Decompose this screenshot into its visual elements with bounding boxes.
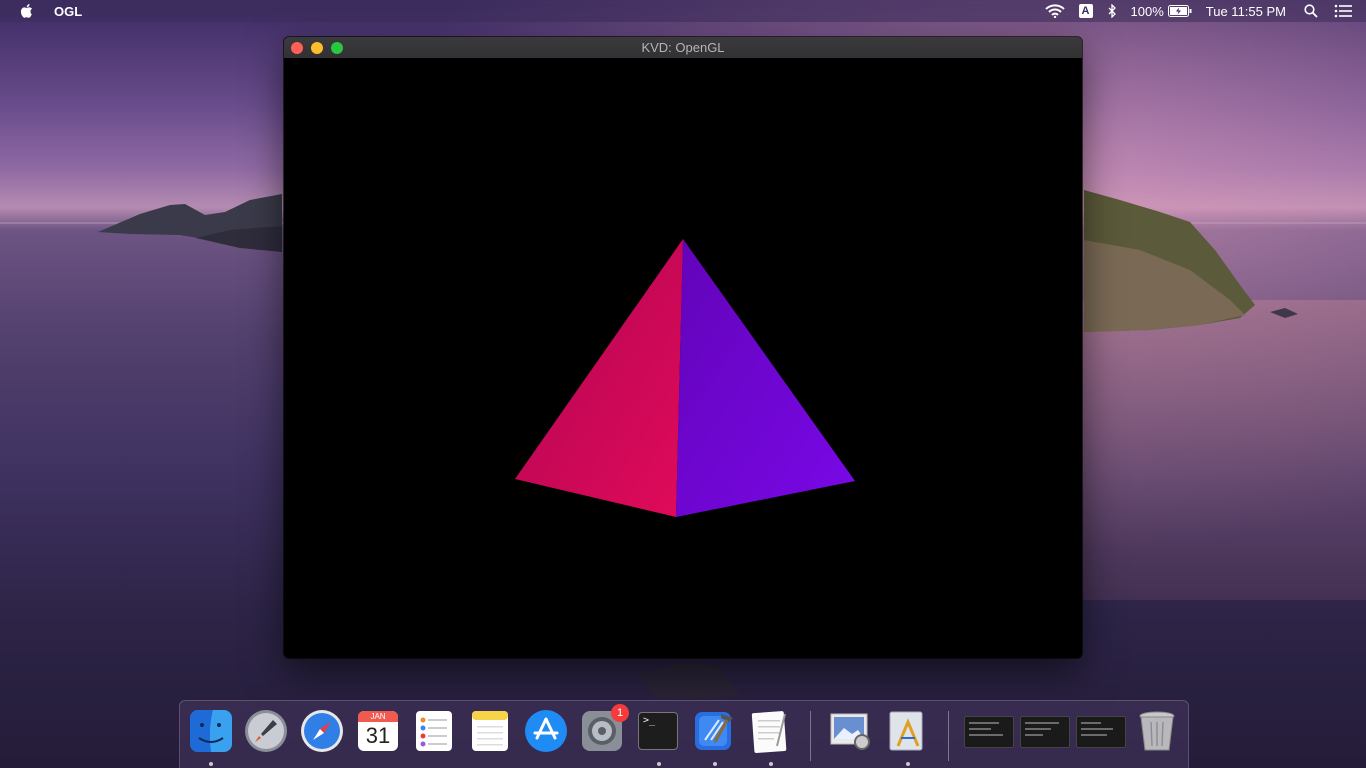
dock-terminal[interactable]: >_ xyxy=(635,708,681,754)
dock-calendar[interactable]: JAN 31 xyxy=(355,708,401,754)
dock-notes[interactable] xyxy=(467,708,513,754)
xcode-running-dot xyxy=(713,762,717,766)
dock-separator xyxy=(810,711,811,761)
app-store-icon xyxy=(525,710,567,752)
dock-trash[interactable] xyxy=(1134,708,1180,754)
clock[interactable]: Tue 11:55 PM xyxy=(1206,4,1286,19)
terminal-running-dot xyxy=(657,762,661,766)
safari-compass-icon xyxy=(301,710,343,752)
instruments-running-dot xyxy=(906,762,910,766)
reminders-icon xyxy=(416,711,452,751)
textedit-icon xyxy=(751,711,787,754)
dock-preview[interactable] xyxy=(828,708,874,754)
battery-icon xyxy=(1167,5,1192,17)
dock-xcode[interactable] xyxy=(691,708,737,754)
dock-instruments[interactable] xyxy=(884,708,930,754)
calendar-icon: JAN 31 xyxy=(358,711,398,751)
instruments-icon xyxy=(889,711,923,751)
app-menu-name[interactable]: OGL xyxy=(54,4,82,19)
bluetooth-icon[interactable] xyxy=(1107,4,1117,18)
xcode-hammer-icon xyxy=(695,712,733,750)
input-source-label: A xyxy=(1078,4,1093,18)
opengl-window: KVD: OpenGL xyxy=(284,37,1082,658)
status-area: A 100% Tue 11:55 PM xyxy=(1044,0,1366,22)
dock: JAN 31 1 >_ xyxy=(179,700,1189,768)
thumb-line xyxy=(1081,734,1107,736)
dock-launchpad[interactable] xyxy=(243,708,289,754)
input-source-icon[interactable]: A xyxy=(1078,4,1093,18)
gl-viewport[interactable] xyxy=(284,58,1082,658)
thumb-line xyxy=(1025,728,1051,730)
spotlight-search-icon[interactable] xyxy=(1304,4,1318,18)
window-title: KVD: OpenGL xyxy=(641,40,725,55)
battery-percent: 100% xyxy=(1130,3,1164,19)
thumb-line xyxy=(1025,722,1059,724)
notes-icon xyxy=(472,711,508,751)
thumb-line xyxy=(969,734,1003,736)
preview-icon xyxy=(830,713,870,750)
update-badge: 1 xyxy=(611,704,629,722)
pyramid-left-face xyxy=(515,239,683,517)
finder-icon xyxy=(190,710,232,752)
window-titlebar[interactable]: KVD: OpenGL xyxy=(284,37,1082,59)
wifi-icon[interactable] xyxy=(1044,4,1065,18)
minimized-window-3[interactable] xyxy=(1076,716,1126,748)
textedit-running-dot xyxy=(769,762,773,766)
minimized-window-2[interactable] xyxy=(1020,716,1070,748)
terminal-prompt: >_ xyxy=(643,715,656,726)
minimized-window-1[interactable] xyxy=(964,716,1014,748)
apple-menu-icon[interactable] xyxy=(20,3,38,19)
trash-icon xyxy=(1139,711,1175,751)
dock-reminders[interactable] xyxy=(411,708,457,754)
thumb-line xyxy=(1025,734,1043,736)
thumb-line xyxy=(969,728,991,730)
calendar-month: JAN xyxy=(358,711,398,722)
calendar-day: 31 xyxy=(365,723,391,748)
dock-separator-2 xyxy=(948,711,949,761)
thumb-line xyxy=(1081,728,1113,730)
dock-finder[interactable] xyxy=(188,708,234,754)
dock-app-store[interactable] xyxy=(523,708,569,754)
dock-safari[interactable] xyxy=(299,708,345,754)
thumb-line xyxy=(1081,722,1101,724)
dock-textedit[interactable] xyxy=(747,708,793,754)
menu-bar: OGL A 100% Tue 11:55 PM xyxy=(0,0,1366,22)
finder-running-dot xyxy=(209,762,213,766)
notification-center-icon[interactable] xyxy=(1334,4,1352,18)
pyramid-render xyxy=(515,239,855,517)
terminal-icon: >_ xyxy=(638,712,678,750)
thumb-line xyxy=(969,722,999,724)
battery-status[interactable]: 100% xyxy=(1131,4,1192,19)
launchpad-rocket-icon xyxy=(245,710,287,752)
dock-system-preferences[interactable]: 1 xyxy=(579,704,629,754)
pyramid-right-face xyxy=(676,239,855,517)
